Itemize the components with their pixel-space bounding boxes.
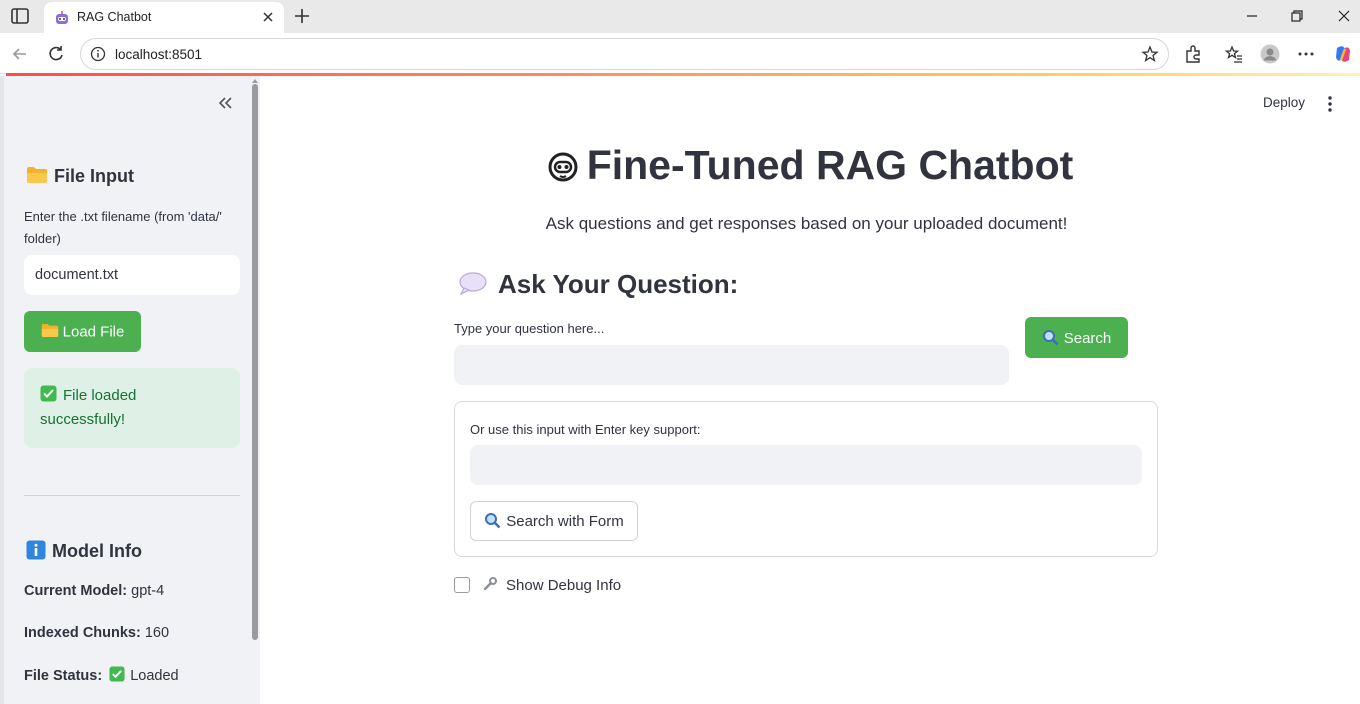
folder-icon	[27, 167, 47, 183]
profile-avatar-icon[interactable]	[1260, 44, 1280, 64]
sidebar: File Input Enter the .txt filename (from…	[0, 76, 260, 704]
load-file-button[interactable]: Load File	[24, 311, 141, 352]
new-tab-icon[interactable]	[292, 6, 312, 26]
search-form: Or use this input with Enter key support…	[454, 401, 1158, 557]
check-mark-icon	[40, 385, 57, 402]
close-window-icon[interactable]	[1336, 8, 1352, 24]
robot-favicon-icon	[56, 11, 68, 24]
browser-tab[interactable]: RAG Chatbot	[44, 2, 284, 33]
back-icon[interactable]	[10, 44, 30, 64]
speech-bubble-icon	[459, 272, 487, 296]
folder-icon	[41, 323, 58, 337]
magnifier-icon	[1042, 329, 1059, 345]
file-input-heading: File Input	[26, 166, 134, 187]
page-title: Fine-Tuned RAG Chatbot	[260, 142, 1360, 189]
filename-input[interactable]	[24, 255, 240, 295]
question-input-label: Type your question here...	[454, 321, 605, 336]
restore-icon[interactable]	[1289, 8, 1305, 24]
favorite-star-icon[interactable]	[1141, 45, 1159, 63]
url-text: localhost:8501	[115, 47, 203, 62]
question-input[interactable]	[454, 345, 1009, 385]
sidebar-divider	[24, 495, 240, 496]
success-alert: File loaded successfully!	[24, 368, 240, 448]
main-menu-icon[interactable]	[1322, 95, 1338, 113]
debug-checkbox-label[interactable]: Show Debug Info	[482, 576, 621, 594]
browser-nav-bar: localhost:8501	[0, 33, 1360, 74]
tab-actions-icon[interactable]	[10, 7, 30, 25]
search-with-form-button[interactable]: Search with Form	[470, 501, 638, 541]
close-tab-icon[interactable]	[260, 9, 276, 25]
ask-question-heading: Ask Your Question:	[458, 269, 738, 300]
magnifier-icon	[485, 513, 501, 529]
debug-checkbox[interactable]	[454, 577, 470, 593]
tab-title: RAG Chatbot	[77, 10, 152, 24]
search-button[interactable]: Search	[1025, 317, 1128, 358]
file-status-row: File Status: Loaded	[24, 666, 179, 684]
info-icon	[26, 540, 46, 560]
minimize-icon[interactable]	[1244, 8, 1260, 24]
wrench-icon	[483, 577, 497, 591]
filename-input-label: Enter the .txt filename (from 'data/' fo…	[24, 209, 222, 246]
reload-icon[interactable]	[46, 44, 66, 64]
deploy-button[interactable]: Deploy	[1263, 95, 1305, 110]
browser-tab-bar: RAG Chatbot	[0, 0, 1360, 33]
robot-icon	[548, 152, 578, 182]
current-model-row: Current Model: gpt-4	[24, 583, 165, 599]
address-bar[interactable]: localhost:8501	[80, 38, 1169, 70]
form-question-input[interactable]	[470, 445, 1142, 485]
site-info-icon[interactable]	[90, 46, 106, 62]
form-input-label: Or use this input with Enter key support…	[470, 422, 701, 437]
extensions-icon[interactable]	[1183, 44, 1203, 64]
main-content: Deploy Fine-Tuned RAG Chatbot Ask questi…	[260, 76, 1360, 704]
sidebar-scrollbar[interactable]	[252, 84, 258, 640]
copilot-icon[interactable]	[1333, 44, 1353, 64]
collapse-sidebar-icon[interactable]	[216, 94, 234, 112]
page-subtitle: Ask questions and get responses based on…	[545, 214, 1068, 233]
indexed-chunks-row: Indexed Chunks: 160	[24, 625, 170, 641]
model-info-heading: Model Info	[26, 540, 142, 562]
check-mark-icon	[109, 666, 125, 682]
more-options-icon[interactable]	[1296, 44, 1316, 64]
favorites-icon[interactable]	[1224, 44, 1244, 64]
